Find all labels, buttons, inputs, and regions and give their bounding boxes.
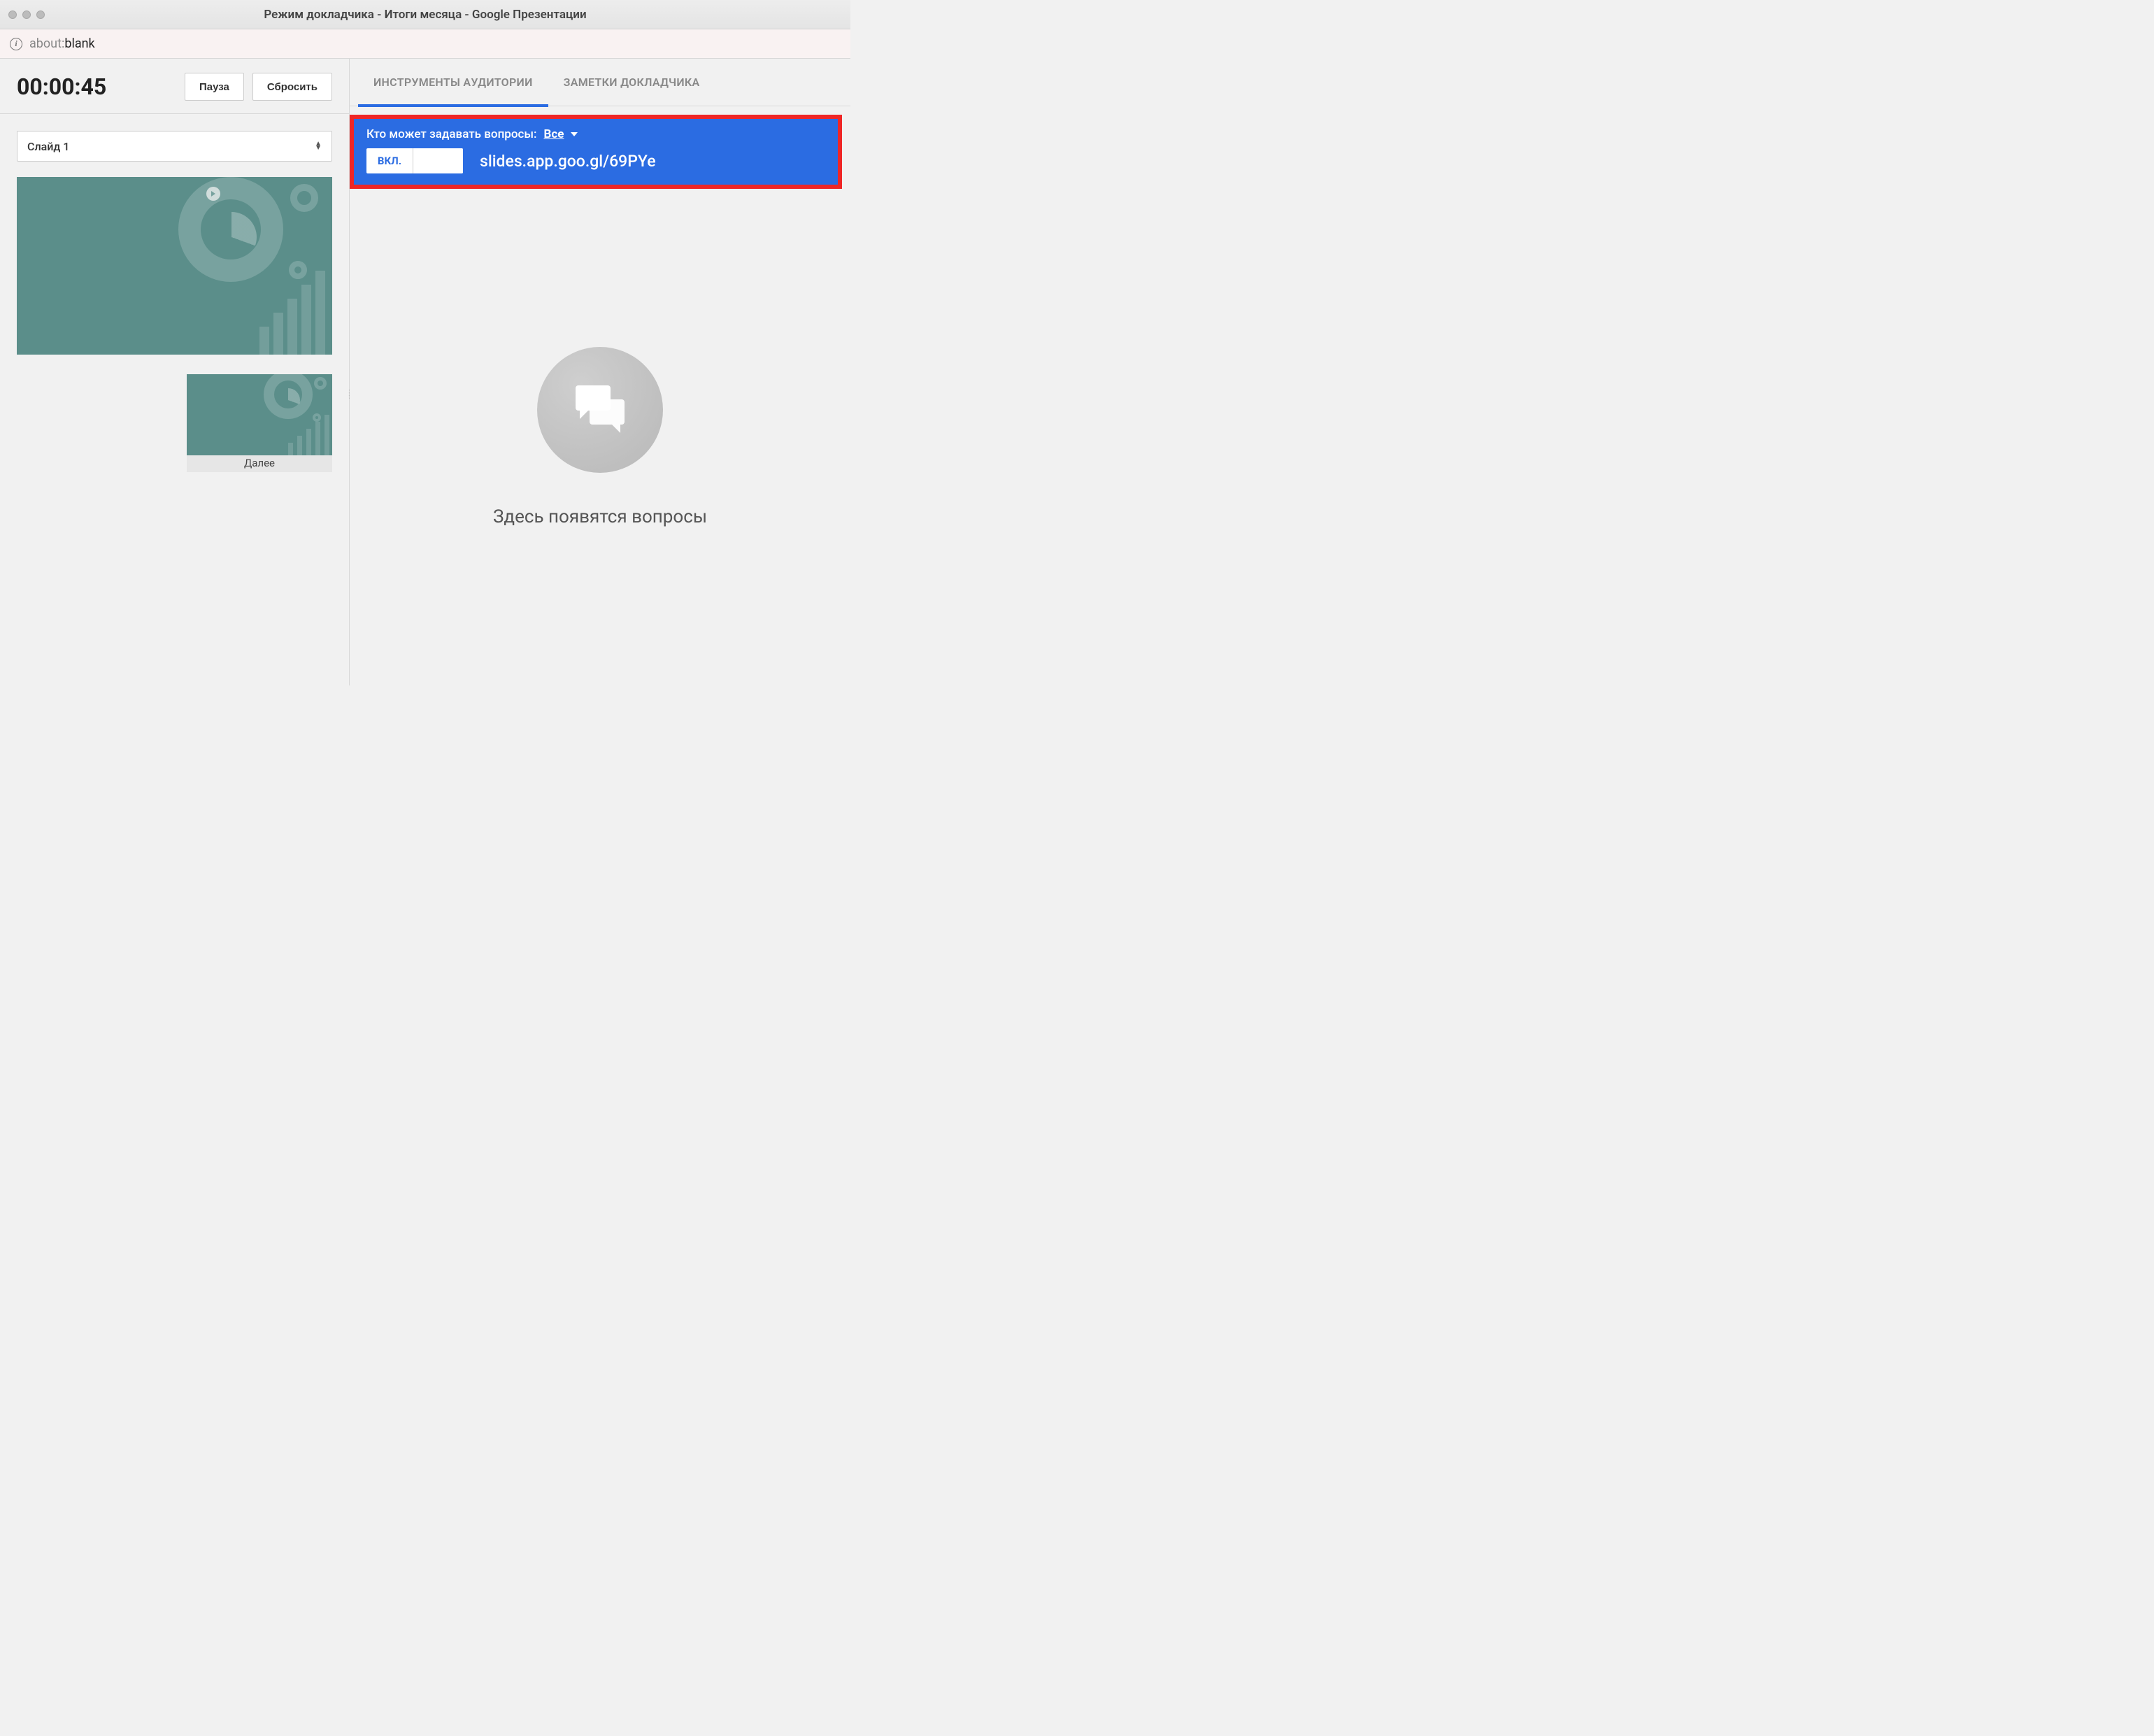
presenter-right-panel: ИНСТРУМЕНТЫ АУДИТОРИИ ЗАМЕТКИ ДОКЛАДЧИКА… (350, 59, 850, 685)
reset-button[interactable]: Сбросить (252, 73, 332, 101)
presenter-left-panel: 00:00:45 Пауза Сбросить Слайд 1 ▲▼ (0, 59, 350, 685)
timer-display: 00:00:45 (17, 73, 176, 100)
qa-placeholder: Здесь появятся вопросы (350, 189, 850, 685)
next-slide-preview[interactable] (187, 374, 332, 455)
current-slide-preview[interactable] (17, 177, 332, 355)
toggle-knob (413, 148, 463, 173)
address-protocol: about: (29, 36, 64, 51)
slide-select-dropdown[interactable]: Слайд 1 ▲▼ (17, 131, 332, 162)
address-path: blank (64, 36, 94, 51)
window-titlebar: Режим докладчика - Итоги месяца - Google… (0, 0, 850, 29)
qa-placeholder-text: Здесь появятся вопросы (493, 506, 707, 527)
slide-select-label: Слайд 1 (27, 140, 69, 153)
qa-who-row: Кто может задавать вопросы: Все (366, 127, 825, 141)
qa-toggle[interactable]: ВКЛ. (366, 148, 463, 173)
tabs: ИНСТРУМЕНТЫ АУДИТОРИИ ЗАМЕТКИ ДОКЛАДЧИКА (350, 59, 850, 106)
next-slide-wrap: Далее (17, 374, 332, 472)
qa-url[interactable]: slides.app.goo.gl/69PYe (480, 152, 656, 171)
timer-row: 00:00:45 Пауза Сбросить (0, 59, 349, 114)
chat-icon (537, 347, 663, 473)
chevron-down-icon[interactable] (571, 132, 578, 136)
next-slide-label: Далее (187, 455, 332, 472)
qa-who-label: Кто может задавать вопросы: (366, 127, 537, 141)
qa-toggle-label: ВКЛ. (366, 155, 413, 167)
chat-bubble-icon (569, 378, 632, 441)
qa-who-value[interactable]: Все (544, 127, 564, 141)
sort-icon: ▲▼ (315, 142, 322, 150)
pause-button[interactable]: Пауза (185, 73, 244, 101)
tab-audience-tools[interactable]: ИНСТРУМЕНТЫ АУДИТОРИИ (358, 59, 548, 106)
window-title: Режим докладчика - Итоги месяца - Google… (0, 8, 850, 22)
tab-speaker-notes[interactable]: ЗАМЕТКИ ДОКЛАДЧИКА (548, 59, 715, 106)
address-bar[interactable]: i about:blank (0, 29, 850, 59)
info-icon[interactable]: i (10, 38, 22, 50)
qa-settings-box: Кто может задавать вопросы: Все ВКЛ. sli… (350, 115, 842, 189)
